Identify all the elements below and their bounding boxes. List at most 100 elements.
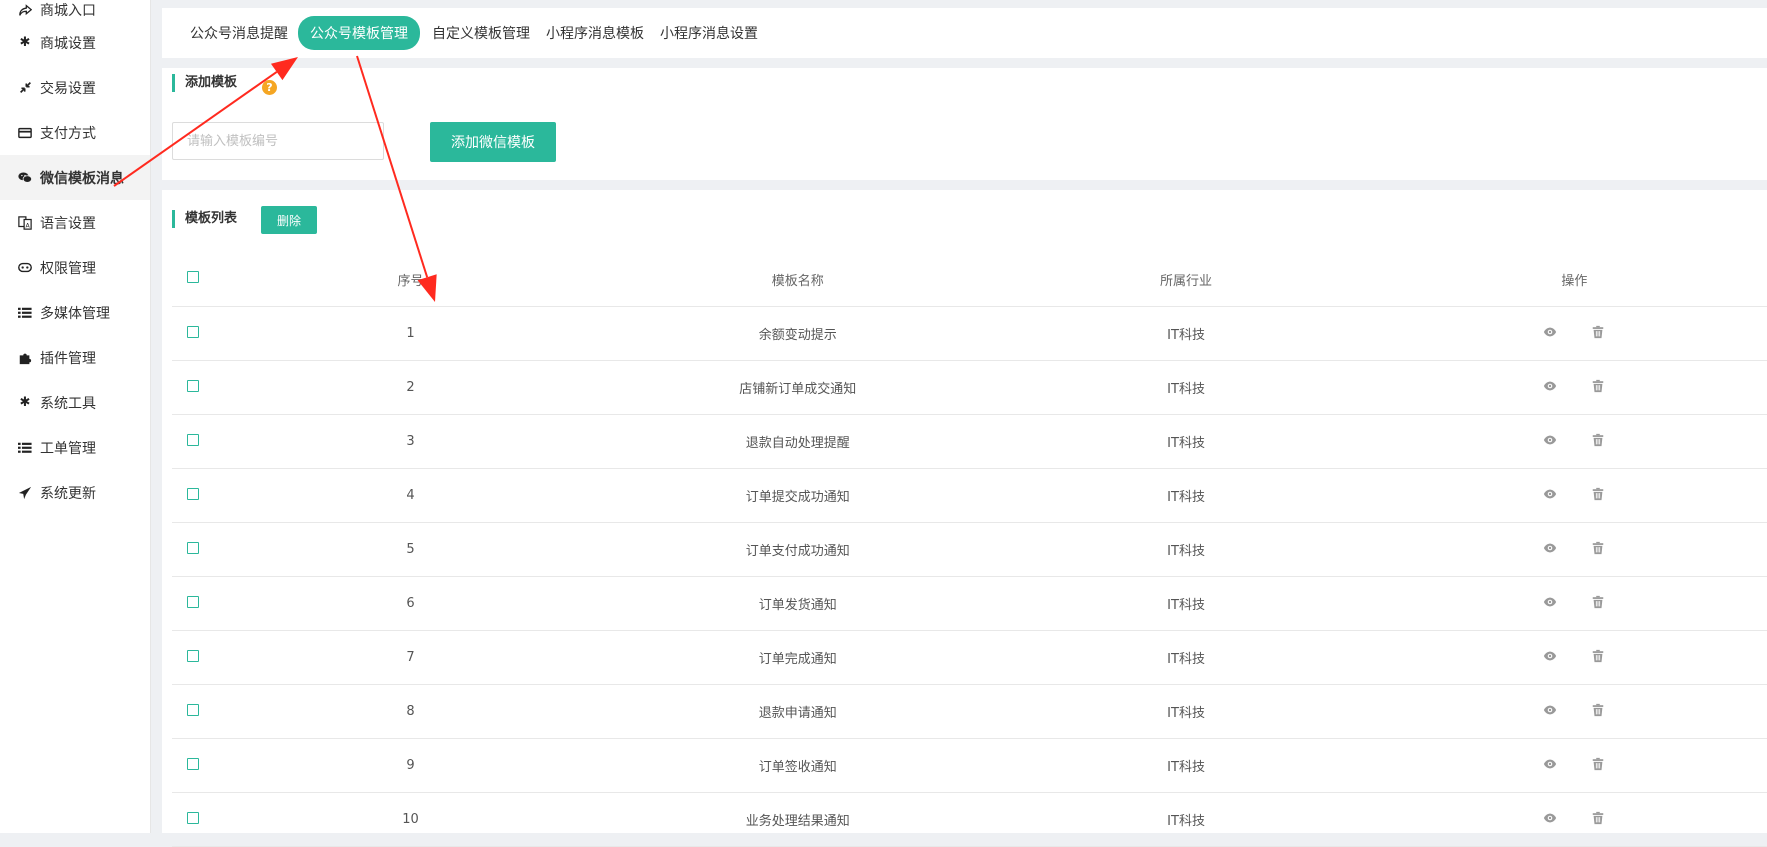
row-select-cell xyxy=(172,792,216,847)
sidebar-item-system-tools[interactable]: ✱ 系统工具 xyxy=(0,380,150,425)
select-all-cell xyxy=(172,252,216,307)
row-checkbox[interactable] xyxy=(187,541,199,554)
list-icon xyxy=(18,441,32,455)
table-row: 1 余额变动提示 IT科技 xyxy=(172,306,1767,361)
view-icon[interactable] xyxy=(1543,433,1557,447)
view-icon[interactable] xyxy=(1543,487,1557,501)
row-checkbox[interactable] xyxy=(187,649,199,662)
view-icon[interactable] xyxy=(1543,757,1557,771)
trash-icon[interactable] xyxy=(1591,541,1605,555)
sidebar-item-label: 微信模板消息 xyxy=(40,170,124,187)
row-industry: IT科技 xyxy=(990,522,1382,577)
template-list-panel: 模板列表 删除 序号 模板名称 所属行业 操作 1 余额变动提示 IT科技 2 … xyxy=(162,190,1767,847)
gear-icon: ✱ xyxy=(19,395,31,410)
template-id-input[interactable] xyxy=(172,122,384,160)
tab-miniprogram-settings[interactable]: 小程序消息设置 xyxy=(660,23,758,43)
row-checkbox[interactable] xyxy=(187,379,199,392)
add-wechat-template-button[interactable]: 添加微信模板 xyxy=(430,122,556,162)
trash-icon[interactable] xyxy=(1591,487,1605,501)
trash-icon[interactable] xyxy=(1591,379,1605,393)
sidebar-item-label: 交易设置 xyxy=(40,80,96,97)
row-checkbox[interactable] xyxy=(187,433,199,446)
row-template-name: 退款自动处理提醒 xyxy=(605,414,991,469)
table-row: 6 订单发货通知 IT科技 xyxy=(172,576,1767,631)
row-index: 5 xyxy=(215,522,606,577)
column-header-name: 模板名称 xyxy=(605,252,991,307)
row-actions xyxy=(1381,792,1767,847)
row-checkbox[interactable] xyxy=(187,757,199,770)
row-template-name: 订单支付成功通知 xyxy=(605,522,991,577)
view-icon[interactable] xyxy=(1543,541,1557,555)
view-icon[interactable] xyxy=(1543,703,1557,717)
sidebar-item-permissions[interactable]: 权限管理 xyxy=(0,245,150,290)
row-industry: IT科技 xyxy=(990,360,1382,415)
sidebar-item-label: 多媒体管理 xyxy=(40,305,110,322)
row-template-name: 店铺新订单成交通知 xyxy=(605,360,991,415)
trash-icon[interactable] xyxy=(1591,649,1605,663)
row-checkbox[interactable] xyxy=(187,703,199,716)
sidebar-item-system-update[interactable]: 系统更新 xyxy=(0,470,150,515)
view-icon[interactable] xyxy=(1543,811,1557,825)
trash-icon[interactable] xyxy=(1591,757,1605,771)
puzzle-icon xyxy=(18,351,32,365)
tab-official-account-reminder[interactable]: 公众号消息提醒 xyxy=(190,23,288,43)
table-row: 2 店铺新订单成交通知 IT科技 xyxy=(172,360,1767,415)
row-industry: IT科技 xyxy=(990,306,1382,361)
tab-custom-templates[interactable]: 自定义模板管理 xyxy=(432,23,530,43)
row-select-cell xyxy=(172,522,216,577)
row-checkbox[interactable] xyxy=(187,811,199,824)
column-header-actions: 操作 xyxy=(1381,252,1767,307)
gear-icon: ✱ xyxy=(19,35,31,50)
row-select-cell xyxy=(172,630,216,685)
sidebar-item-tickets[interactable]: 工单管理 xyxy=(0,425,150,470)
row-select-cell xyxy=(172,576,216,631)
view-icon[interactable] xyxy=(1543,379,1557,393)
sidebar-item-wechat-template[interactable]: 微信模板消息 xyxy=(0,155,150,200)
sidebar-item-media[interactable]: 多媒体管理 xyxy=(0,290,150,335)
help-icon[interactable]: ? xyxy=(262,80,277,95)
row-checkbox[interactable] xyxy=(187,595,199,608)
paper-plane-icon xyxy=(18,486,32,500)
sidebar-item-label: 系统工具 xyxy=(40,395,96,412)
sidebar-item-trade-settings[interactable]: 交易设置 xyxy=(0,65,150,110)
trash-icon[interactable] xyxy=(1591,595,1605,609)
view-icon[interactable] xyxy=(1543,595,1557,609)
row-select-cell xyxy=(172,468,216,523)
row-actions xyxy=(1381,576,1767,631)
row-industry: IT科技 xyxy=(990,792,1382,847)
row-industry: IT科技 xyxy=(990,684,1382,739)
sidebar-item-label: 商城设置 xyxy=(40,35,96,52)
row-checkbox[interactable] xyxy=(187,487,199,500)
row-template-name: 订单发货通知 xyxy=(605,576,991,631)
row-template-name: 退款申请通知 xyxy=(605,684,991,739)
view-icon[interactable] xyxy=(1543,649,1557,663)
row-index: 6 xyxy=(215,576,606,631)
template-list-title: 模板列表 xyxy=(172,210,237,228)
row-index: 10 xyxy=(215,792,606,847)
row-index: 8 xyxy=(215,684,606,739)
row-actions xyxy=(1381,522,1767,577)
row-select-cell xyxy=(172,306,216,361)
row-industry: IT科技 xyxy=(990,414,1382,469)
row-select-cell xyxy=(172,684,216,739)
view-icon[interactable] xyxy=(1543,325,1557,339)
delete-button[interactable]: 删除 xyxy=(261,206,317,234)
row-index: 2 xyxy=(215,360,606,415)
trash-icon[interactable] xyxy=(1591,433,1605,447)
trash-icon[interactable] xyxy=(1591,811,1605,825)
select-all-checkbox[interactable] xyxy=(187,271,199,283)
row-checkbox[interactable] xyxy=(187,325,199,338)
row-industry: IT科技 xyxy=(990,576,1382,631)
trash-icon[interactable] xyxy=(1591,703,1605,717)
sidebar-item-shop-settings[interactable]: ✱ 商城设置 xyxy=(0,20,150,65)
sidebar-item-plugins[interactable]: 插件管理 xyxy=(0,335,150,380)
sidebar-item-shop-entry[interactable]: 商城入口 xyxy=(0,0,150,20)
sidebar-item-payment[interactable]: 支付方式 xyxy=(0,110,150,155)
tab-official-account-templates[interactable]: 公众号模板管理 xyxy=(298,16,420,50)
sidebar-item-language[interactable]: A 语言设置 xyxy=(0,200,150,245)
row-actions xyxy=(1381,738,1767,793)
trash-icon[interactable] xyxy=(1591,325,1605,339)
tab-miniprogram-templates[interactable]: 小程序消息模板 xyxy=(546,23,644,43)
row-industry: IT科技 xyxy=(990,630,1382,685)
table-row: 9 订单签收通知 IT科技 xyxy=(172,738,1767,793)
